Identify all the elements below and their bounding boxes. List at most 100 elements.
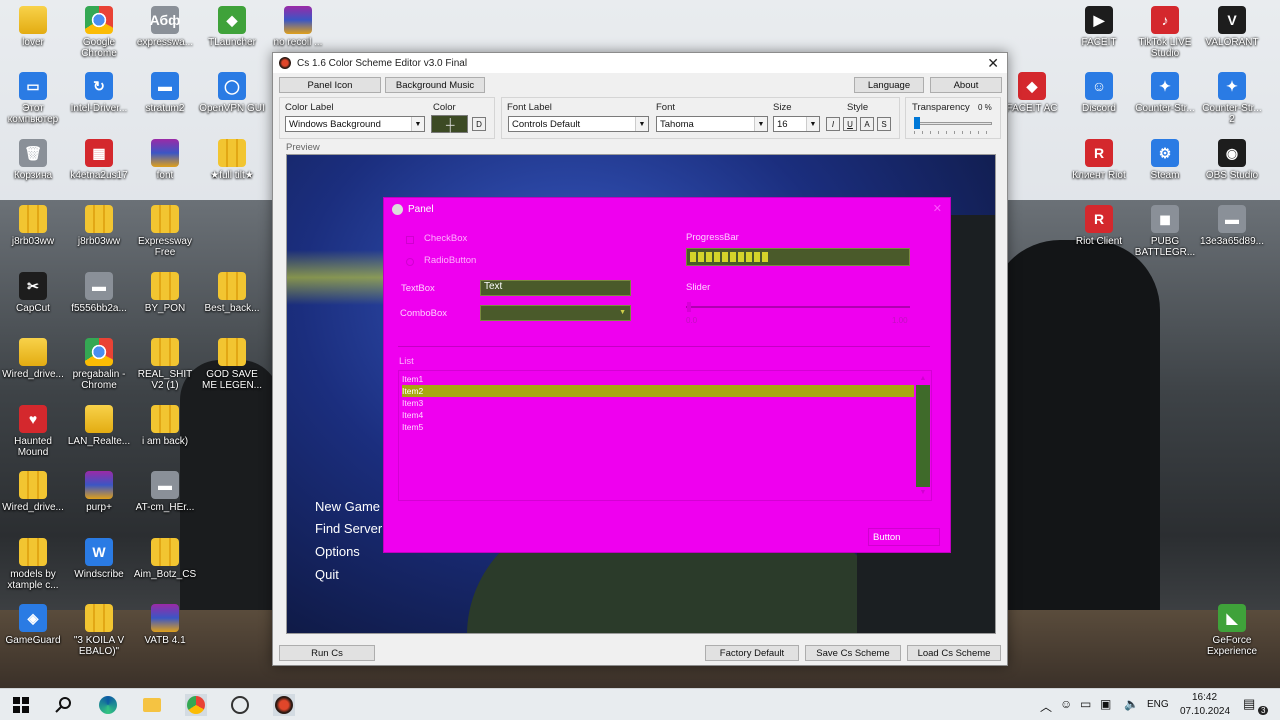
shadow-button[interactable]: S [877,117,891,131]
desktop-icon[interactable]: GOD SAVE ME LEGEN... [199,338,265,391]
font-combo[interactable]: Tahoma ▼ [656,116,768,132]
windows-start-icon[interactable] [10,694,32,716]
underline-button[interactable]: U [843,117,857,131]
desktop-icon[interactable]: ◼ PUBG BATTLEGR... [1132,205,1198,258]
background-music-button[interactable]: Background Music [385,77,485,93]
menu-options[interactable]: Options [315,544,360,559]
desktop-icon[interactable]: Google Chrome [66,6,132,59]
combobox-input[interactable]: ▼ [480,305,631,321]
desktop-icon[interactable]: ♥ Haunted Mound [0,405,66,458]
panel-icon-button[interactable]: Panel Icon [279,77,381,93]
desktop-icon[interactable]: Абф expresswa... [132,6,198,48]
chevron-up-icon[interactable]: ︿ [1040,698,1052,715]
menu-quit[interactable]: Quit [315,567,339,582]
run-cs-button[interactable]: Run Cs [279,645,375,661]
chrome-taskbar-icon[interactable] [185,694,207,716]
desktop-icon[interactable]: ◆ TLauncher [199,6,265,48]
desktop-icon[interactable]: Aim_Botz_CS [132,538,198,580]
language-indicator[interactable]: ENG [1147,699,1169,710]
desktop-icon[interactable]: "3 KOILA V EBALO)" [66,604,132,657]
size-combo[interactable]: 16 ▼ [773,116,820,132]
notification-icon[interactable]: ▤ [1243,696,1255,712]
desktop-icon[interactable]: ♪ TikTok LIVE Studio [1132,6,1198,59]
desktop-icon[interactable]: ▬ stratum2 [132,72,198,114]
desktop-icon[interactable]: ◯ OpenVPN GUI [199,72,265,114]
desktop-icon[interactable]: ✂ CapCut [0,272,66,314]
clock-time[interactable]: 16:42 [1192,692,1217,703]
font-label-combo[interactable]: Controls Default ▼ [508,116,649,132]
about-button[interactable]: About [930,77,1002,93]
transparency-slider-track[interactable] [914,122,992,125]
list-item[interactable]: Item3 [402,397,914,409]
desktop-icon[interactable]: R Клиент Riot [1066,139,1132,181]
slider-track[interactable] [686,306,910,308]
desktop-icon[interactable]: ◆ FACEIT AC [999,72,1065,114]
desktop-icon[interactable]: no recoil ... [265,6,331,48]
network-icon[interactable]: ▣ [1100,697,1111,711]
file-explorer-icon[interactable] [141,694,163,716]
desktop-icon[interactable]: j8rb03ww [66,205,132,247]
desktop-icon[interactable]: j8rb03ww [0,205,66,247]
volume-icon[interactable]: 🔈 [1124,697,1139,711]
desktop-icon[interactable]: ◣ GeForce Experience [1199,604,1265,657]
default-color-button[interactable]: D [472,117,486,131]
desktop-icon[interactable]: Expressway Free [132,205,198,258]
desktop-icon[interactable]: ▬ AT-cm_HEr... [132,471,198,513]
search-icon[interactable] [53,694,75,716]
desktop-icon[interactable]: 🗑 Корзина [0,139,66,181]
transparency-slider-thumb[interactable] [914,117,920,129]
panel-close-icon[interactable]: ✕ [933,202,942,215]
desktop-icon[interactable]: i am back) [132,405,198,447]
list-item[interactable]: Item2 [402,385,914,397]
listbox[interactable]: ▲ ▼ Item1 Item2 Item3 Item4 Item5 [398,370,932,501]
desktop-icon[interactable]: ✦ Counter-Str... 2 [1199,72,1265,125]
desktop-icon[interactable]: ◉ OBS Studio [1199,139,1265,181]
desktop-icon[interactable]: lover [0,6,66,48]
language-button[interactable]: Language [854,77,924,93]
menu-new-game[interactable]: New Game [315,499,380,514]
menu-find-server[interactable]: Find Server [315,521,382,536]
cs-editor-taskbar-icon[interactable] [273,694,295,716]
list-item[interactable]: Item5 [402,421,914,433]
desktop-icon[interactable]: ↻ Intel-Driver... [66,72,132,114]
list-scrollbar[interactable]: ▲ ▼ [916,373,930,499]
desktop-icon[interactable]: ⚙ Steam [1132,139,1198,181]
desktop-icon[interactable]: VATB 4.1 [132,604,198,646]
desktop-icon[interactable]: W Windscribe [66,538,132,580]
desktop-icon[interactable]: ◈ GameGuard [0,604,66,646]
desktop-icon[interactable]: ▭ Этот компьютер [0,72,66,125]
edge-icon[interactable] [97,694,119,716]
list-item[interactable]: Item4 [402,409,914,421]
scroll-up-icon[interactable]: ▲ [916,373,930,385]
color-label-combo[interactable]: Windows Background ▼ [285,116,425,132]
desktop-icon[interactable]: models by xtample c... [0,538,66,591]
desktop-icon[interactable]: purp+ [66,471,132,513]
load-scheme-button[interactable]: Load Cs Scheme [907,645,1001,661]
close-icon[interactable]: ✕ [987,55,999,72]
desktop-icon[interactable]: R Riot Client [1066,205,1132,247]
desktop-icon[interactable]: ▶ FACEIT [1066,6,1132,48]
desktop-icon[interactable]: Best_back... [199,272,265,314]
radio-button[interactable] [406,258,414,266]
factory-default-button[interactable]: Factory Default [705,645,799,661]
slider-thumb[interactable] [687,302,691,312]
app-tray-icon[interactable]: ▭ [1080,697,1091,711]
color-swatch[interactable]: ┼ [431,115,468,133]
textbox-input[interactable]: Text [480,280,631,296]
discord-tray-icon[interactable]: ☺ [1060,697,1072,711]
scroll-down-icon[interactable]: ▼ [916,487,930,499]
desktop-icon[interactable]: ▬ f5556bb2a... [66,272,132,314]
desktop-icon[interactable]: Wired_drive... [0,471,66,513]
list-item[interactable]: Item1 [402,373,914,385]
desktop-icon[interactable]: REAL_SHIT V2 (1) [132,338,198,391]
desktop-icon[interactable]: ✦ Counter-Str... [1132,72,1198,114]
clock-date[interactable]: 07.10.2024 [1180,706,1230,717]
desktop-icon[interactable]: ★full tilt★ [199,139,265,181]
italic-button[interactable]: I [826,117,840,131]
antialias-button[interactable]: A [860,117,874,131]
steelseries-icon[interactable] [229,694,251,716]
save-scheme-button[interactable]: Save Cs Scheme [805,645,901,661]
panel-button[interactable]: Button [868,528,940,546]
desktop-icon[interactable]: ▬ 13e3a65d89... [1199,205,1265,247]
desktop-icon[interactable]: ☺ Discord [1066,72,1132,114]
